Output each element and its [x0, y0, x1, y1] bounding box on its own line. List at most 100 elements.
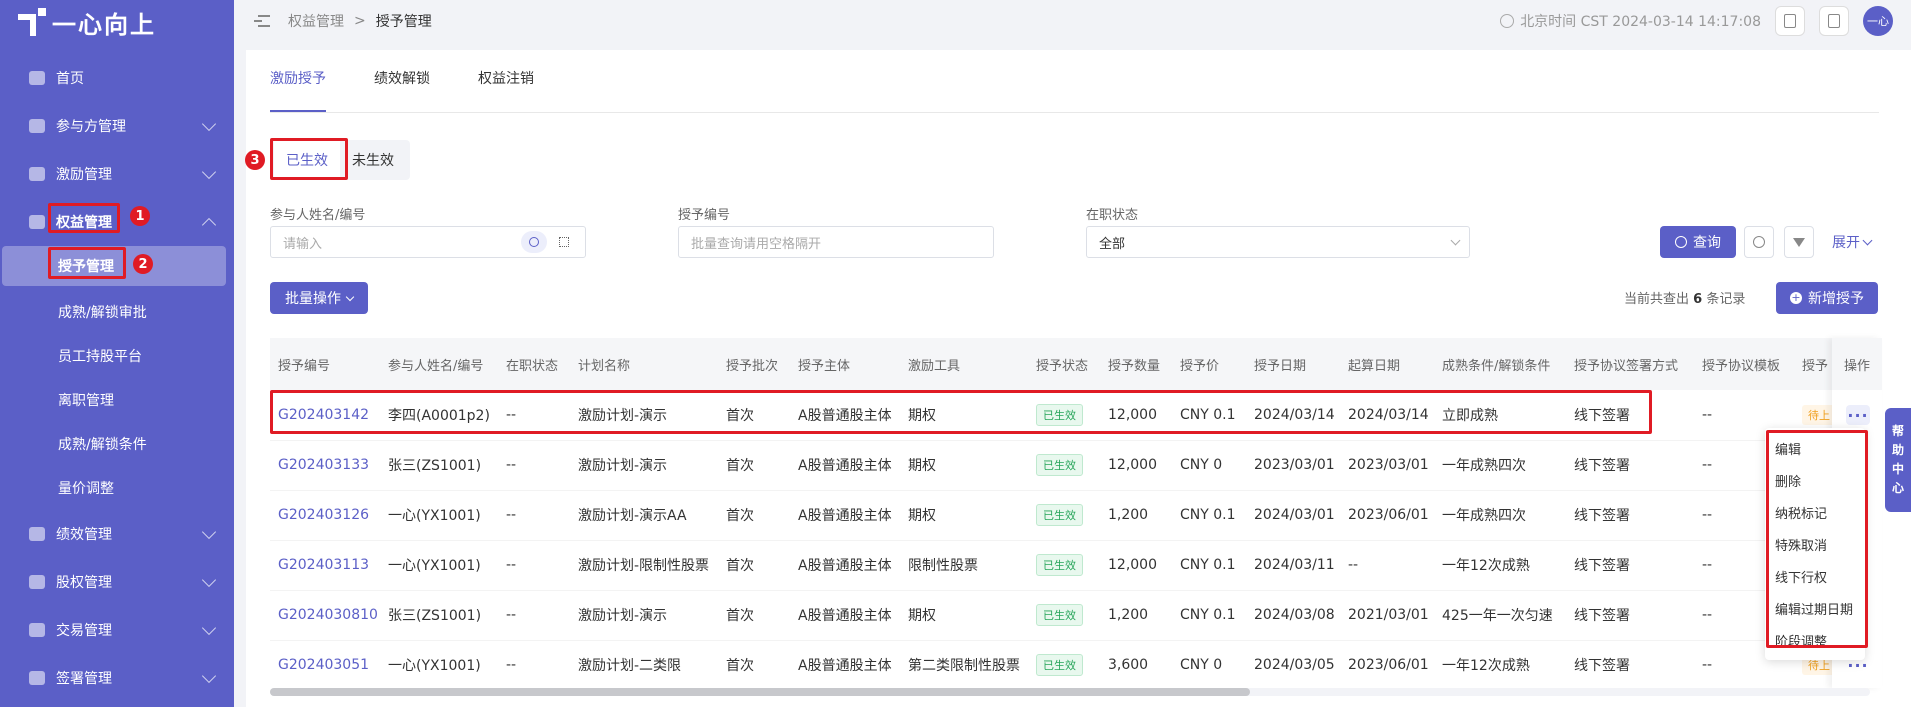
table-cell: 2024/03/14 [1340, 390, 1434, 441]
menu-item-tax-mark[interactable]: 纳税标记 [1765, 496, 1865, 528]
table-cell: 已生效 [1028, 640, 1100, 688]
batch-actions-button[interactable]: 批量操作 [270, 282, 368, 314]
grid-icon[interactable] [551, 231, 577, 253]
table-row[interactable]: G2024030810 张三(ZS1001) -- 激励计划-演示 首次 A股普通股主体期… [270, 590, 1854, 641]
participant-input[interactable]: 请输入 [270, 226, 586, 258]
menu-item-special-cancel[interactable]: 特殊取消 [1765, 528, 1865, 560]
table-cell: 激励计划-演示 [570, 590, 718, 641]
table-cell: CNY 0.1 [1172, 540, 1246, 591]
column-header: 成熟条件/解锁条件 [1434, 338, 1566, 390]
table-cell: 2024/03/11 [1246, 540, 1340, 591]
grant-no-input[interactable]: 批量查询请用空格隔开 [678, 226, 994, 258]
table-row[interactable]: G202403126 一心(YX1001) -- 激励计划-演示AA 首次 A股普通股主体… [270, 490, 1854, 541]
grant-code-link[interactable]: G202403142 [270, 390, 380, 441]
sidebar-item-performance[interactable]: 绩效管理 [0, 510, 234, 558]
menu-item-edit[interactable]: 编辑 [1765, 432, 1865, 464]
table-row[interactable]: G202403142 李四(A0001p2) -- 激励计划-演示 首次 A股普通股主体期… [270, 390, 1854, 441]
sidebar-item-sign[interactable]: 签署管理 [0, 654, 234, 702]
tab-incentive-grant[interactable]: 激励授予 [270, 68, 326, 112]
sidebar-item-trade[interactable]: 交易管理 [0, 606, 234, 654]
app-logo[interactable]: 一心向上 [0, 0, 234, 44]
column-header: 授予编号 [270, 338, 380, 390]
table-row[interactable]: G202403051 一心(YX1001) -- 激励计划-二类限 首次 A股普通股主体第… [270, 640, 1854, 688]
tab-bar: 激励授予 绩效解锁 权益注销 [270, 68, 534, 112]
column-header: 授予批次 [718, 338, 790, 390]
chevron-down-icon [201, 164, 217, 180]
table-cell: 2023/03/01 [1340, 440, 1434, 491]
table-cell: 首次 [718, 490, 790, 541]
sidebar-item-stock[interactable]: 股权管理 [0, 558, 234, 606]
menu-item-offline-exercise[interactable]: 线下行权 [1765, 560, 1865, 592]
filter-button[interactable] [1784, 226, 1814, 258]
table-cell: 激励计划-限制性股票 [570, 540, 718, 591]
tab-performance-unlock[interactable]: 绩效解锁 [374, 68, 430, 112]
table-cell: 一年12次成熟 [1434, 640, 1566, 688]
help-char: 助 [1891, 443, 1904, 457]
table-cell: 425一年一次匀速 [1434, 590, 1566, 641]
sidebar-subitem-vesting-approval[interactable]: 成熟/解锁审批 [0, 290, 234, 334]
table-cell: CNY 0 [1172, 640, 1246, 688]
grant-code-link[interactable]: G202403051 [270, 640, 380, 688]
segment-effective[interactable]: 已生效 [274, 140, 340, 180]
table-cell: 已生效 [1028, 490, 1100, 541]
sidebar-item-incentive[interactable]: 激励管理 [0, 150, 234, 198]
scrollbar-thumb[interactable] [270, 688, 1250, 696]
segment-not-effective[interactable]: 未生效 [340, 140, 406, 180]
sidebar-subitem-price-adjust[interactable]: 量价调整 [0, 466, 234, 510]
tab-equity-cancel[interactable]: 权益注销 [478, 68, 534, 112]
docs-button[interactable] [1819, 6, 1849, 36]
trade-icon [28, 621, 46, 639]
sidebar-item-label: 绩效管理 [56, 527, 112, 543]
grant-code-link[interactable]: G202403126 [270, 490, 380, 541]
clock: 北京时间 CST 2024-03-14 14:17:08 [1500, 11, 1761, 31]
table-cell: 2024/03/14 [1246, 390, 1340, 441]
sidebar-item-home[interactable]: 首页 [0, 54, 234, 102]
employment-status-select[interactable]: 全部 [1086, 226, 1470, 258]
sidebar-subitem-label: 量价调整 [58, 481, 114, 497]
fingerprint-icon[interactable] [521, 231, 547, 253]
app-title: 一心向上 [52, 10, 156, 39]
help-center-tab[interactable]: 帮 助 中 心 [1885, 408, 1911, 512]
grant-code-link[interactable]: G202403113 [270, 540, 380, 591]
column-header: 起算日期 [1340, 338, 1434, 390]
menu-item-delete[interactable]: 删除 [1765, 464, 1865, 496]
sidebar-subitem-vesting-conditions[interactable]: 成熟/解锁条件 [0, 422, 234, 466]
sidebar-item-participants[interactable]: 参与方管理 [0, 102, 234, 150]
table-row[interactable]: G202403113 一心(YX1001) -- 激励计划-限制性股票 首次 A股普通股主… [270, 540, 1854, 591]
column-header: 授予价 [1172, 338, 1246, 390]
horizontal-scrollbar[interactable] [270, 688, 1870, 696]
more-actions-button[interactable]: ··· [1846, 405, 1870, 425]
menu-item-stage-adjust[interactable]: 阶段调整 [1765, 624, 1865, 656]
column-header: 在职状态 [498, 338, 570, 390]
chevron-down-icon [201, 620, 217, 636]
reset-button[interactable] [1744, 226, 1774, 258]
row-actions-menu: 编辑 删除 纳税标记 特殊取消 线下行权 编辑过期日期 阶段调整 [1765, 428, 1865, 660]
query-button[interactable]: 查询 [1660, 226, 1736, 258]
sidebar-item-equity[interactable]: 权益管理 [0, 198, 234, 246]
task-button[interactable] [1775, 6, 1805, 36]
grant-code-link[interactable]: G202403133 [270, 440, 380, 491]
expand-link[interactable]: 展开 [1832, 232, 1873, 252]
menu-item-edit-expiry[interactable]: 编辑过期日期 [1765, 592, 1865, 624]
add-grant-button[interactable]: + 新增授予 [1776, 282, 1878, 314]
sidebar-subitem-esop-platform[interactable]: 员工持股平台 [0, 334, 234, 378]
table-cell: 线下签署 [1566, 590, 1694, 641]
menu-collapse-icon[interactable] [254, 15, 270, 27]
table-cell: 首次 [718, 540, 790, 591]
breadcrumb-parent[interactable]: 权益管理 [288, 11, 344, 31]
logo-icon [18, 8, 46, 36]
table-cell: 线下签署 [1566, 640, 1694, 688]
grant-code-link[interactable]: G2024030810 [270, 590, 380, 641]
table-row[interactable]: G202403133 张三(ZS1001) -- 激励计划-演示 首次 A股普通股主体 期权… [270, 440, 1854, 491]
table-cell: 1,200 [1100, 590, 1172, 641]
status-badge: 已生效 [1036, 654, 1083, 676]
table-cell: 已生效 [1028, 540, 1100, 591]
search-icon [1675, 236, 1687, 248]
table-cell: 2024/03/05 [1246, 640, 1340, 688]
sidebar-subitem-departure[interactable]: 离职管理 [0, 378, 234, 422]
sidebar-subitem-grant[interactable]: 授予管理 [2, 246, 226, 286]
avatar[interactable]: 一心 [1863, 6, 1893, 36]
sidebar-subitem-label: 员工持股平台 [58, 349, 142, 365]
status-badge: 已生效 [1036, 554, 1083, 576]
table-cell: -- [498, 590, 570, 641]
